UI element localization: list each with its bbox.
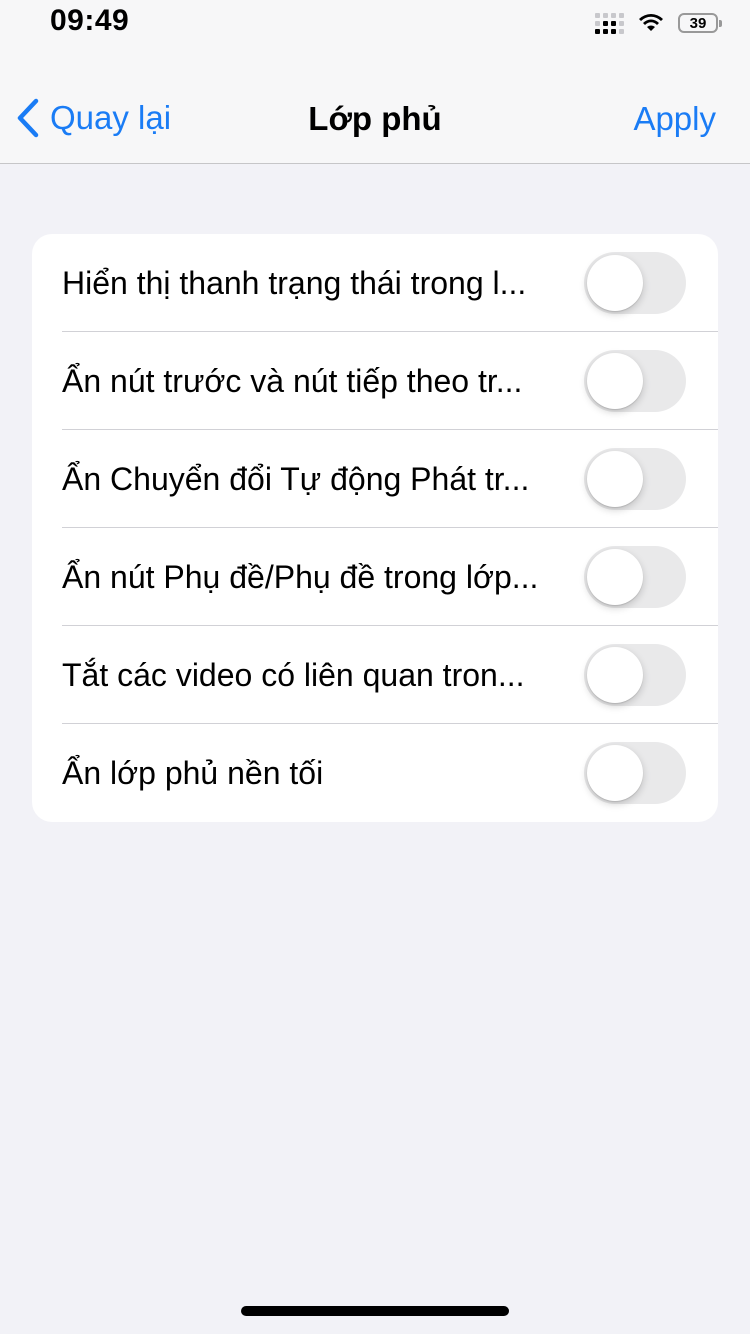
setting-row-status-bar: Hiển thị thanh trạng thái trong l...: [32, 234, 718, 332]
setting-label: Ẩn nút trước và nút tiếp theo tr...: [62, 363, 523, 399]
setting-row-dark-overlay: Ẩn lớp phủ nền tối: [32, 724, 718, 822]
navigation-bar: Quay lại Lớp phủ Apply: [0, 44, 750, 164]
setting-row-related-videos: Tắt các video có liên quan tron...: [32, 626, 718, 724]
toggle-knob: [587, 647, 643, 703]
setting-row-captions: Ẩn nút Phụ đề/Phụ đề trong lớp...: [32, 528, 718, 626]
toggle-knob: [587, 549, 643, 605]
status-time: 09:49: [50, 4, 130, 37]
toggle-switch[interactable]: [584, 252, 686, 314]
settings-list: Hiển thị thanh trạng thái trong l... Ẩn …: [32, 234, 718, 822]
toggle-switch[interactable]: [584, 448, 686, 510]
status-icons: 39: [595, 10, 722, 36]
toggle-switch[interactable]: [584, 644, 686, 706]
setting-label: Ẩn lớp phủ nền tối: [62, 755, 324, 791]
apply-button[interactable]: Apply: [633, 100, 716, 138]
setting-row-autoplay: Ẩn Chuyển đổi Tự động Phát tr...: [32, 430, 718, 528]
toggle-knob: [587, 451, 643, 507]
status-bar: 09:49 39: [0, 0, 750, 44]
wifi-icon: [638, 13, 664, 33]
home-indicator[interactable]: [241, 1306, 509, 1316]
toggle-switch[interactable]: [584, 350, 686, 412]
cellular-signal-icon: [595, 12, 624, 34]
toggle-knob: [587, 745, 643, 801]
setting-label: Hiển thị thanh trạng thái trong l...: [62, 265, 527, 301]
toggle-switch[interactable]: [584, 546, 686, 608]
toggle-switch[interactable]: [584, 742, 686, 804]
battery-icon: 39: [678, 13, 722, 33]
setting-label: Ẩn Chuyển đổi Tự động Phát tr...: [62, 461, 530, 497]
toggle-knob: [587, 353, 643, 409]
setting-label: Ẩn nút Phụ đề/Phụ đề trong lớp...: [62, 559, 539, 595]
setting-row-prev-next: Ẩn nút trước và nút tiếp theo tr...: [32, 332, 718, 430]
battery-level: 39: [689, 14, 707, 32]
setting-label: Tắt các video có liên quan tron...: [62, 657, 525, 693]
toggle-knob: [587, 255, 643, 311]
